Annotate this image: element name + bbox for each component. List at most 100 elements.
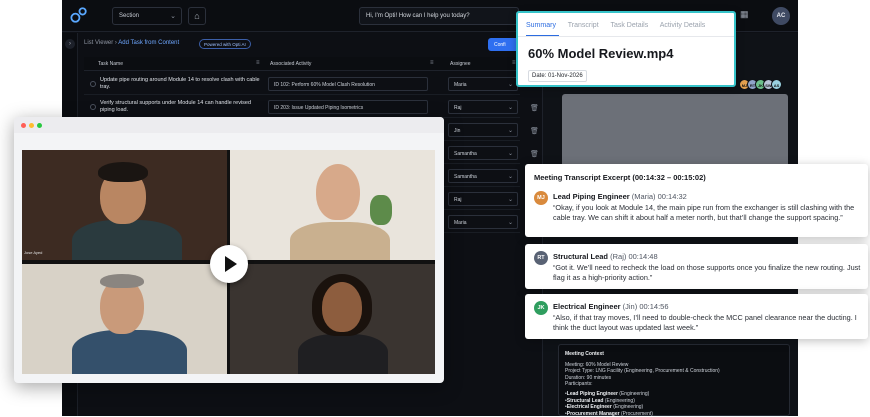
participant-avatars: MJ RT JK SW AS [739,74,782,90]
participant-role: Lead Piping Engineer [566,390,618,397]
speaker-time: 00:14:48 [628,252,658,261]
summary-card: Summary Transcript Task Details Activity… [516,11,736,87]
window-titlebar [14,117,444,133]
tab-task-details[interactable]: Task Details [610,22,648,29]
speaker-avatar: JK [534,301,548,315]
activity-select[interactable]: ID 203: Issue Updated Piping Isometrics [268,100,428,114]
participant-tile[interactable] [230,150,435,260]
divider [518,36,734,37]
task-name: Verify structural supports under Module … [100,100,252,113]
participant-figure [298,334,388,374]
speaker-role: Electrical Engineer [553,302,621,311]
expand-chevron-icon[interactable]: › [65,39,75,49]
participant-tile[interactable] [22,264,227,374]
participant-hair [98,162,148,182]
participant-figure [72,220,182,260]
user-avatar[interactable]: AC [772,7,790,25]
section-select[interactable]: Section ⌄ [112,7,182,25]
participant-tile[interactable] [230,264,435,374]
filter-icon[interactable]: ≡ [512,60,516,66]
assignee-select[interactable]: Samantha ⌄ [448,169,518,183]
close-window-icon[interactable] [21,123,26,128]
chevron-down-icon: ⌄ [507,174,513,180]
play-icon[interactable] [210,245,248,283]
transcript-card: RT Structural Lead (Raj) 00:14:48 “Got i… [525,244,868,289]
participant-figure [290,222,390,260]
transcript-card: Meeting Transcript Excerpt (00:14:32 – 0… [525,164,868,237]
assignee-select[interactable]: Raj ⌄ [448,100,518,114]
participant-role: Electrical Engineer [566,404,612,411]
context-line: Project Type: LNG Facility (Engineering,… [565,368,720,375]
header-task[interactable]: Task Name [98,61,123,67]
plant-decor [370,195,392,225]
row-checkbox[interactable] [90,81,96,87]
speaker-person: (Jin) [622,302,638,311]
activity-select[interactable]: ID 102: Perform 60% Model Clash Resoluti… [268,77,428,91]
file-date: Date: 01-Nov-2026 [528,70,587,82]
participant-figure [72,330,187,374]
speaker-role: Structural Lead [553,252,609,261]
speaker-avatar: RT [534,251,548,265]
participant-dept: (Engineering) [613,404,644,411]
filter-icon[interactable]: ≡ [256,60,260,66]
chevron-down-icon: ⌄ [507,197,513,203]
participant-hair [100,274,144,288]
assignee-select[interactable]: Maria ⌄ [448,77,518,91]
participant-role: Structural Lead [566,397,604,404]
row-checkbox[interactable] [90,104,96,110]
file-title: 60% Model Review.mp4 [528,46,674,61]
minimize-window-icon[interactable] [29,123,34,128]
maximize-window-icon[interactable] [37,123,42,128]
apps-grid-icon[interactable]: ▦ [740,9,752,21]
list-item: Procurement Manager (Procurement) [565,411,783,417]
participant-dept: (Engineering) [619,390,650,397]
filter-icon[interactable]: ≡ [430,60,434,66]
context-line: Participants: [565,381,593,388]
speaker-quote: “Also, if that tray moves, I’ll need to … [553,313,857,332]
speaker-role: Lead Piping Engineer [553,192,630,201]
trash-icon[interactable]: 🗑 [530,150,539,158]
chevron-down-icon: ⌄ [507,128,513,134]
trash-icon[interactable]: 🗑 [530,104,539,112]
assignee-value: Jin [454,128,461,134]
tab-summary[interactable]: Summary [526,22,556,29]
chevron-down-icon: ⌄ [507,220,513,226]
avatar[interactable]: AS [771,79,782,90]
tab-activity-details[interactable]: Activity Details [660,22,706,29]
video-preview[interactable] [562,94,788,168]
assignee-value: Samantha [454,151,477,157]
speaker-line: Structural Lead (Raj) 00:14:48 [553,252,658,261]
opti-logo-icon[interactable] [70,6,88,24]
chevron-down-icon: ⌄ [170,13,176,20]
context-line: Meeting: 60% Model Review [565,361,629,368]
table-row: Update pipe routing around Module 14 to … [84,73,520,95]
assignee-value: Maria [454,220,467,226]
speaker-time: 00:14:56 [639,302,669,311]
assignee-select[interactable]: Raj ⌄ [448,192,518,206]
summary-tabs: Summary Transcript Task Details Activity… [526,22,715,29]
transcript-card: JK Electrical Engineer (Jin) 00:14:56 “A… [525,294,868,339]
participant-dept: (Engineering) [604,397,635,404]
speaker-person: (Raj) [610,252,627,261]
header-assignee[interactable]: Assignee [450,61,471,67]
chevron-down-icon: ⌄ [507,151,513,157]
speaker-line: Electrical Engineer (Jin) 00:14:56 [553,302,669,311]
header-activity[interactable]: Associated Activity [270,61,311,67]
meeting-context: Meeting Context Meeting: 60% Model Revie… [558,344,790,417]
speaker-avatar: MJ [534,191,548,205]
participant-list: Lead Piping Engineer (Engineering) Struc… [565,391,783,417]
trash-icon[interactable]: 🗑 [530,127,539,135]
assignee-select[interactable]: Samantha ⌄ [448,146,518,160]
tab-transcript[interactable]: Transcript [568,22,599,29]
assignee-value: Maria [454,82,467,88]
assistant-input[interactable]: Hi, I'm Opti! How can I help you today? [359,7,519,25]
breadcrumb-current: Add Task from Content [118,40,180,46]
assignee-select[interactable]: Maria ⌄ [448,215,518,229]
breadcrumb-root[interactable]: List Viewer [84,40,113,46]
assignee-value: Raj [454,105,462,111]
speaker-line: Lead Piping Engineer (Maria) 00:14:32 [553,192,687,201]
assignee-select[interactable]: Jin ⌄ [448,123,518,137]
home-icon[interactable]: ⌂ [188,7,206,25]
participant-tile[interactable]: Jose Ayed [22,150,227,260]
list-item: Lead Piping Engineer (Engineering) [565,391,783,398]
